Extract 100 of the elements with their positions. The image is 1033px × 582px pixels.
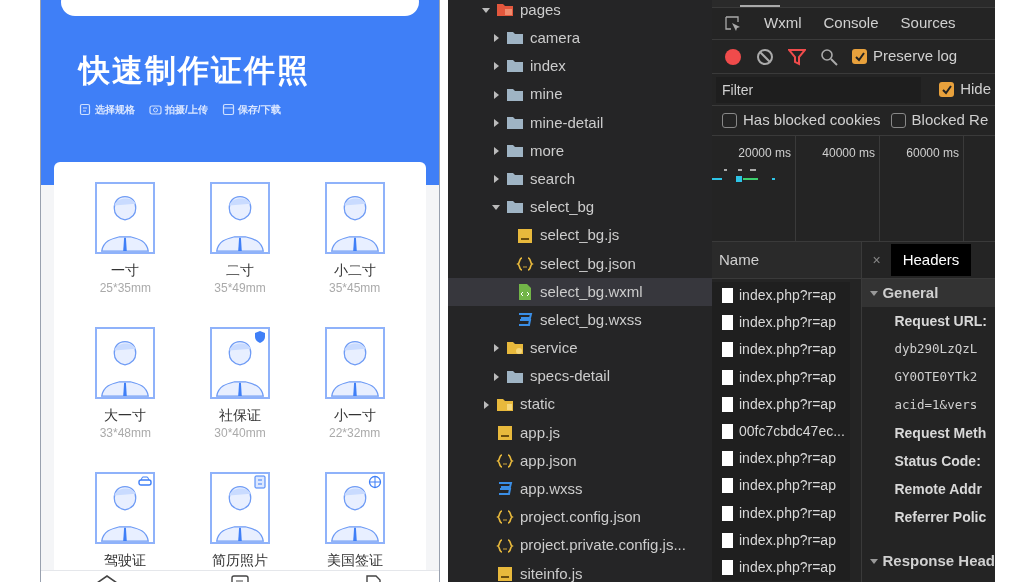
tree-item[interactable]: camera [448,24,712,53]
file-icon [722,369,733,385]
header-name: Status Code: [893,451,982,471]
panel-tab[interactable]: Wxml [764,8,802,39]
step-label: 拍摄/上传 [165,103,208,117]
collapsed-arrow-icon[interactable] [492,62,500,71]
tree-item[interactable]: select_bg [448,193,712,222]
car-icon [138,475,153,489]
panel-tab[interactable]: Headers [890,244,972,276]
column-header: Name [712,242,862,279]
tree-item-label: select_bg.json [540,253,636,274]
file-icon [722,396,733,412]
shield-icon [253,330,267,344]
close-button[interactable]: × [872,249,881,271]
tree-item[interactable]: app.js [448,418,712,447]
file-icon [722,424,733,440]
tree-item-label: service [530,338,578,359]
collapsed-arrow-icon[interactable] [492,175,500,184]
collapsed-arrow-icon[interactable] [492,118,500,127]
tree-item[interactable]: select_bg.js [448,221,712,250]
size-dimensions: 33*48mm [99,425,151,442]
id-card-icon [253,475,267,489]
save-icon [221,103,235,116]
section-title[interactable]: Response Head [882,549,995,573]
tree-item[interactable]: specs-detail [448,362,712,391]
braces-icon [516,254,534,273]
clear-icon [756,47,774,66]
tree-item[interactable]: project.private.config.js... [448,531,712,560]
expanded-arrow-icon[interactable] [870,289,879,297]
size-dimensions: 25*35mm [99,280,151,297]
step-label: 选择规格 [95,103,135,117]
js-file-icon [496,564,514,582]
tree-item-label: app.wxss [520,479,583,500]
checkbox-label: Hide [960,79,991,100]
tree-item[interactable]: index [448,52,712,81]
header-name: Request URL: [893,311,988,331]
size-dimensions: 30*40mm [214,425,266,442]
checkbox[interactable] [890,113,906,128]
collapsed-arrow-icon[interactable] [492,147,500,156]
checkbox[interactable] [722,113,737,128]
collapsed-arrow-icon[interactable] [492,344,500,353]
tree-item-label: pages [520,0,561,20]
tree-item-label: search [530,168,576,189]
tree-item[interactable]: select_bg.wxss [448,306,712,335]
checkbox-label: Preserve log [873,46,958,67]
tree-item[interactable]: project.config.json [448,503,712,532]
collapsed-arrow-icon[interactable] [482,400,490,409]
header-name: Referrer Polic [893,507,988,527]
step-label: 保存/下载 [237,103,281,117]
js-file-icon [496,423,514,442]
tree-item-label: specs-detail [530,366,611,387]
checkbox[interactable] [939,82,955,97]
size-name: 美国签证 [326,551,383,569]
tree-item-label: select_bg [530,197,595,218]
file-icon [722,342,733,358]
file-icon [722,505,733,521]
collapsed-arrow-icon[interactable] [492,90,500,99]
tree-item[interactable]: service [448,334,712,363]
checkbox[interactable] [852,49,867,64]
globe-icon [367,475,382,489]
tree-item[interactable]: app.json [448,447,712,476]
size-name: 大一寸 [104,406,147,424]
tree-item[interactable]: search [448,165,712,194]
collapsed-arrow-icon[interactable] [492,372,500,381]
expanded-arrow-icon[interactable] [870,557,879,565]
tree-item[interactable]: pages [448,0,712,25]
tree-item-label: more [530,140,565,161]
filter-field[interactable]: Filter [716,76,922,103]
tree-item-label: mine [530,84,563,105]
collapsed-arrow-icon[interactable] [492,34,500,43]
checkbox-label: Blocked Re [911,110,989,131]
timeline-tick: 60000 ms [906,145,959,160]
size-dimensions: 35*49mm [214,280,266,297]
js-file-icon [516,226,534,245]
tree-item[interactable]: app.wxss [448,475,712,504]
size-name: 驾驶证 [104,551,147,569]
header-name: Request Meth [893,423,988,443]
tree-item-label: project.private.config.js... [520,535,686,556]
tab-underline [740,5,780,7]
search-icon [820,47,838,66]
tree-item[interactable]: select_bg.json [448,249,712,278]
expanded-arrow-icon[interactable] [482,6,490,15]
document-icon [79,103,92,116]
tree-item-label: mine-detail [530,112,604,133]
tree-item[interactable]: select_bg.wxml [448,277,712,307]
tree-item[interactable]: mine [448,80,712,109]
record-icon [724,47,742,66]
tree-item-label: select_bg.wxss [540,309,642,330]
tree-item[interactable]: mine-detail [448,108,712,137]
braces-icon [496,536,514,555]
tree-item[interactable]: static [448,390,712,419]
header-value: dyb290LzQzL [893,339,979,358]
tree-item-label: project.config.json [520,507,641,528]
expanded-arrow-icon[interactable] [492,203,500,212]
tree-item[interactable]: more [448,136,712,166]
panel-tab[interactable]: Sources [900,8,956,39]
tree-item[interactable]: siteinfo.js [448,559,712,582]
panel-tab[interactable]: Console [823,8,879,39]
size-name: 简历照片 [212,551,268,569]
tree-item-label: camera [530,28,581,49]
